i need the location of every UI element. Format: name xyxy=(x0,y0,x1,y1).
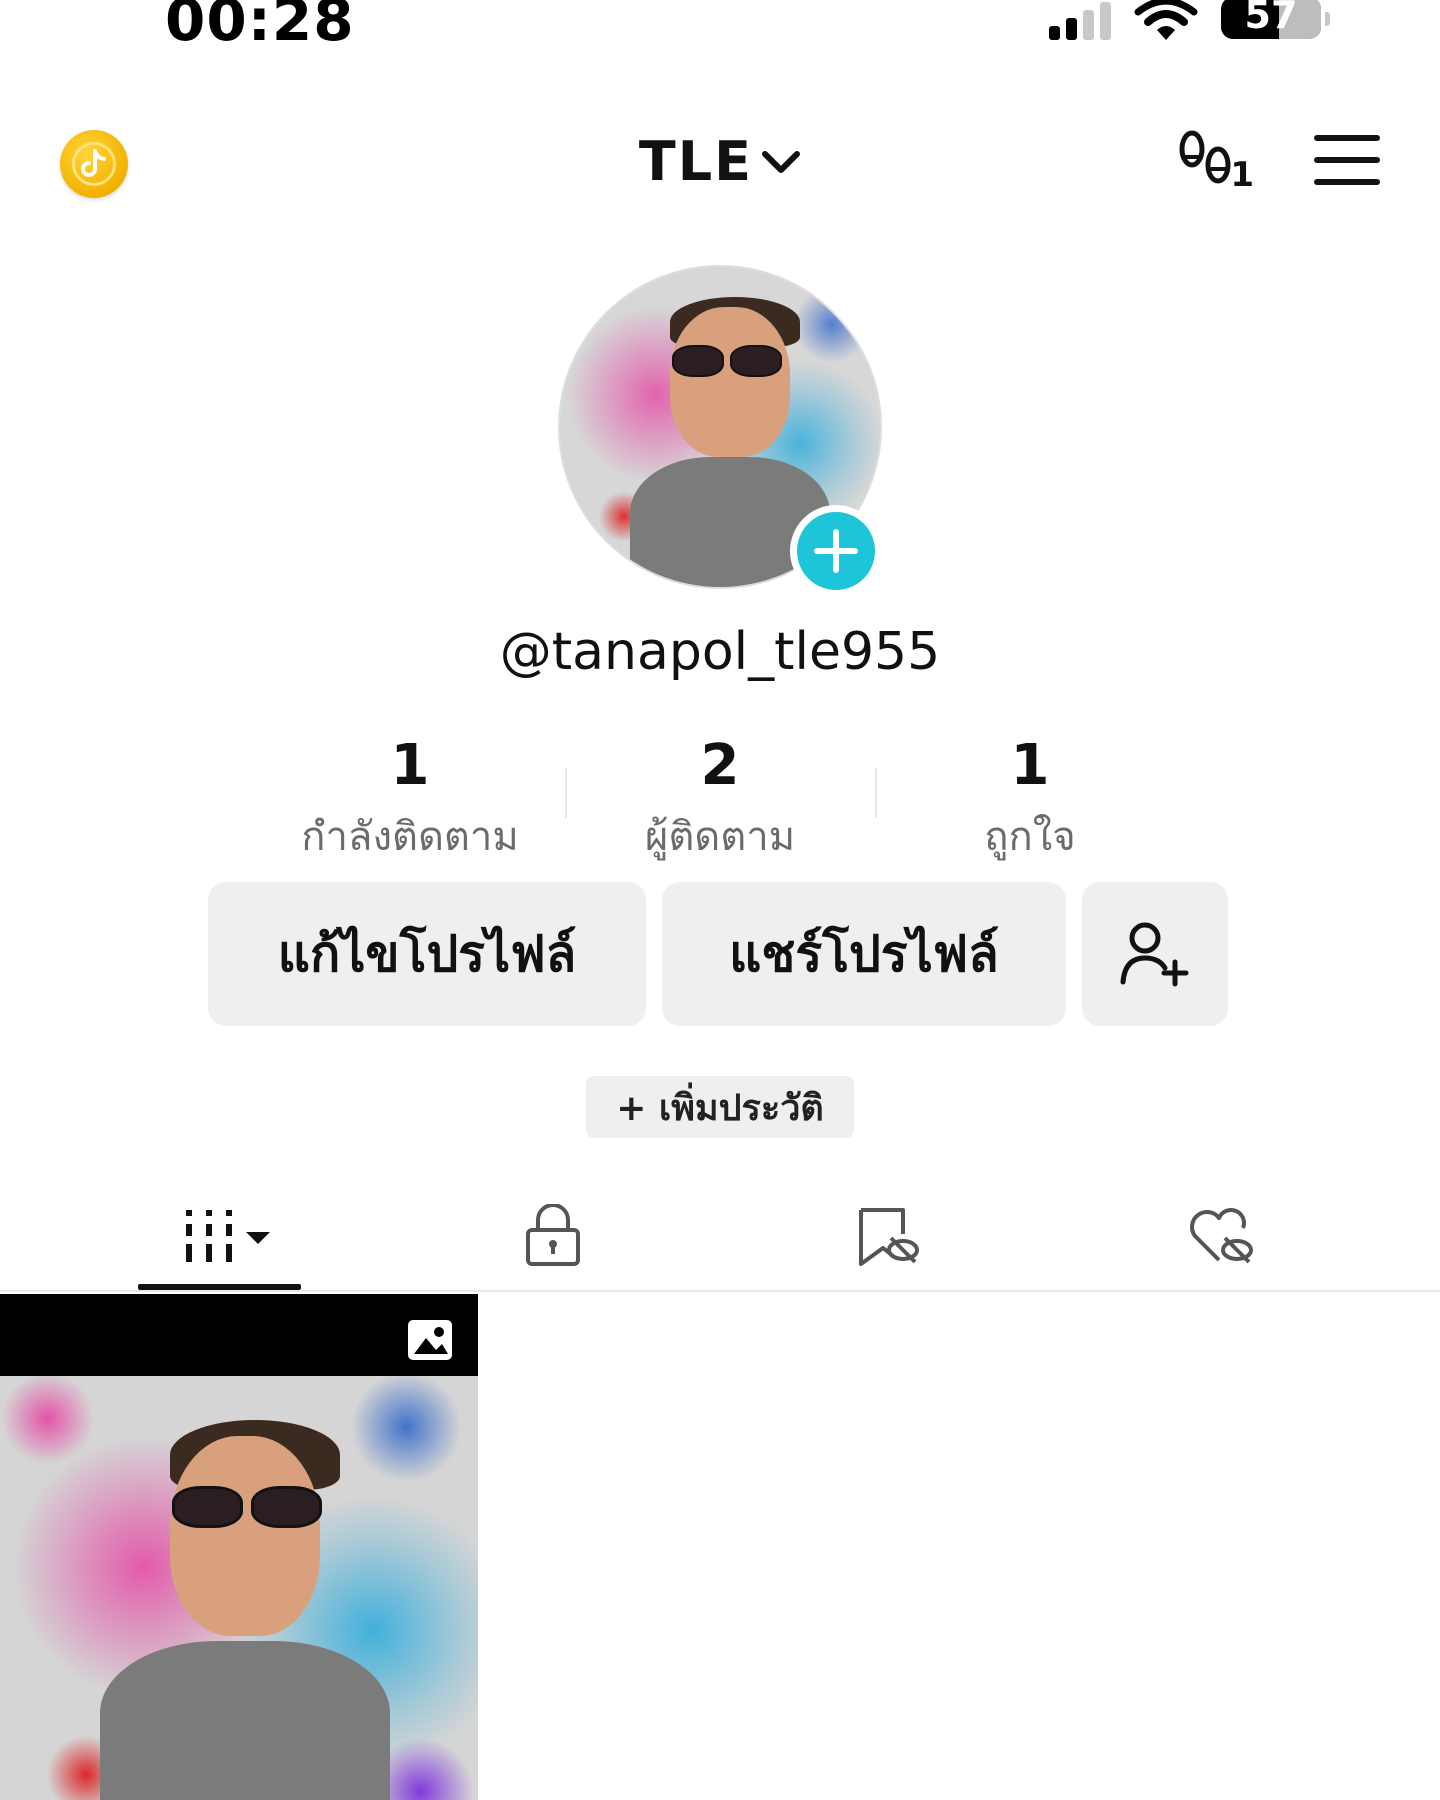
add-avatar-button[interactable] xyxy=(790,505,882,597)
add-bio-button[interactable]: + เพิ่มประวัติ xyxy=(586,1076,854,1138)
edit-profile-button[interactable]: แก้ไขโปรไฟล์ xyxy=(208,882,646,1026)
profile-tabs xyxy=(0,1180,1440,1292)
stat-followers[interactable]: 2 ผู้ติดตาม xyxy=(565,738,875,868)
videos-grid-icon xyxy=(185,1210,270,1262)
stat-label: ถูกใจ xyxy=(984,814,1076,860)
tab-liked[interactable] xyxy=(1150,1180,1296,1292)
battery-tip xyxy=(1325,12,1330,26)
username: @tanapol_tle955 xyxy=(499,622,941,682)
footprints-count: 1 xyxy=(1230,155,1254,195)
divider xyxy=(565,768,567,818)
battery-level: 57 xyxy=(1244,0,1298,37)
status-time: 00:28 xyxy=(165,0,355,54)
add-user-icon xyxy=(1120,922,1189,987)
share-profile-button[interactable]: แชร์โปรไฟล์ xyxy=(662,882,1066,1026)
photo-icon xyxy=(408,1320,452,1360)
photo-thumbnail xyxy=(0,1376,478,1800)
lock-icon xyxy=(526,1204,580,1266)
stat-following[interactable]: 1 กำลังติดตาม xyxy=(255,738,565,868)
stat-label: กำลังติดตาม xyxy=(301,814,519,860)
plus-icon xyxy=(814,529,858,573)
battery-icon: 57 xyxy=(1221,0,1321,39)
stat-label: ผู้ติดตาม xyxy=(644,814,796,860)
stat-likes[interactable]: 1 ถูกใจ xyxy=(875,738,1185,868)
tab-private[interactable] xyxy=(480,1180,626,1292)
profile-actions: แก้ไขโปรไฟล์ แชร์โปรไฟล์ xyxy=(208,882,1228,1026)
status-indicators: 57 xyxy=(1049,0,1330,45)
avatar-container xyxy=(558,265,882,597)
tab-saved[interactable] xyxy=(815,1180,961,1292)
hamburger-menu-icon[interactable] xyxy=(1314,135,1380,185)
cellular-signal-icon xyxy=(1049,0,1111,40)
tab-indicator xyxy=(138,1284,301,1290)
divider xyxy=(875,768,877,818)
profile-stats: 1 กำลังติดตาม 2 ผู้ติดตาม 1 ถูกใจ xyxy=(255,738,1185,868)
stat-value: 1 xyxy=(1010,733,1050,798)
stat-value: 1 xyxy=(390,733,430,798)
bookmark-hidden-icon xyxy=(859,1208,919,1266)
chevron-down-icon xyxy=(762,150,801,173)
tab-videos[interactable] xyxy=(138,1180,301,1292)
heart-hidden-icon xyxy=(1190,1208,1253,1264)
stat-value: 2 xyxy=(700,733,740,798)
grid-item-photo[interactable] xyxy=(0,1294,478,1800)
account-name: TLE xyxy=(638,130,754,193)
add-friend-button[interactable] xyxy=(1082,882,1228,1026)
wifi-icon xyxy=(1134,0,1198,40)
footprints-button[interactable]: 1 xyxy=(1172,125,1254,195)
